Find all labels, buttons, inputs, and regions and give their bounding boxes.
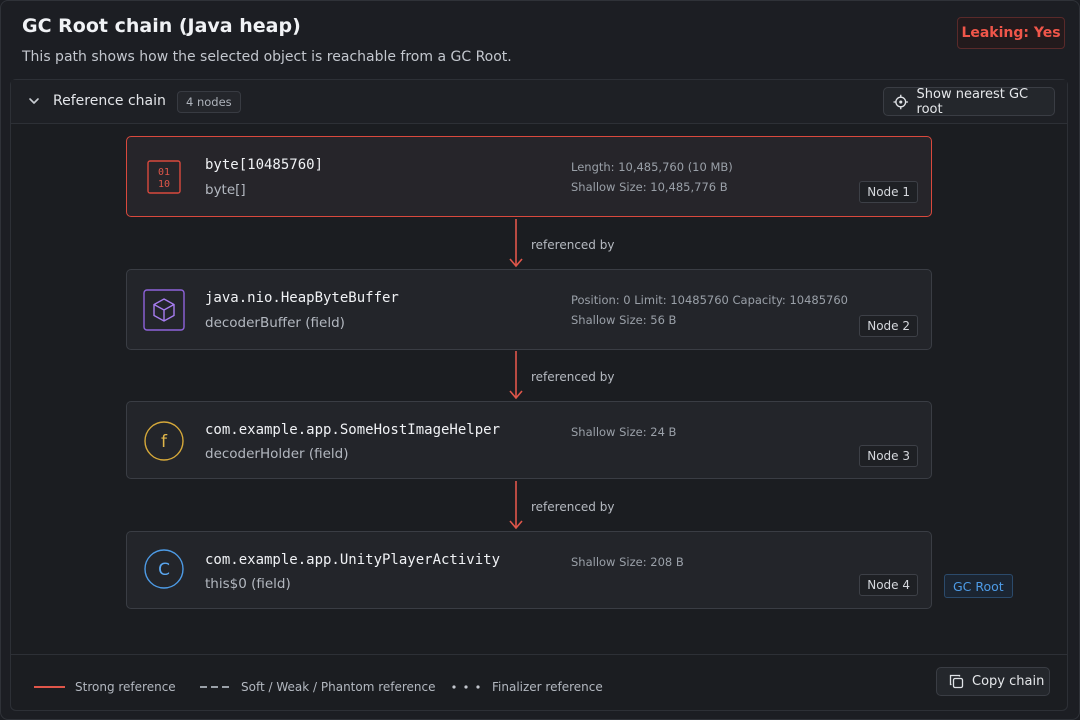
legend-soft-label: Soft / Weak / Phantom reference — [241, 680, 436, 694]
referenced-by-label: referenced by — [531, 238, 615, 252]
field-icon: f — [144, 421, 184, 461]
copy-chain-label: Copy chain — [972, 674, 1045, 689]
show-nearest-gc-root-button[interactable]: Show nearest GC root — [883, 86, 1055, 117]
legend-footer: Strong reference Soft / Weak / Phantom r… — [11, 654, 1067, 711]
node-sub: decoderHolder (field) — [205, 446, 349, 462]
node-meta-shallow-size: Shallow Size: 24 B — [571, 425, 677, 439]
crosshair-icon — [893, 94, 909, 109]
node-name: java.nio.HeapByteBuffer — [205, 290, 399, 306]
chain-node-3[interactable]: f com.example.app.SomeHostImageHelper de… — [126, 401, 932, 479]
dotted-line-icon — [452, 685, 480, 689]
leaking-status-badge: Leaking: Yes — [957, 17, 1065, 49]
show-nearest-gc-root-label: Show nearest GC root — [916, 86, 1029, 117]
node-sub: decoderBuffer (field) — [205, 315, 345, 331]
legend-finalizer-label: Finalizer reference — [492, 680, 603, 694]
chain-node-1[interactable]: 01 10 byte[10485760] byte[] Length: 10,4… — [126, 136, 932, 217]
node-name: com.example.app.UnityPlayerActivity — [205, 552, 501, 568]
referenced-by-label: referenced by — [531, 500, 615, 514]
svg-text:C: C — [158, 560, 170, 580]
node-sub: this$0 (field) — [205, 576, 291, 592]
cube-icon — [143, 289, 185, 331]
referenced-by-label: referenced by — [531, 370, 615, 384]
node-name: byte[10485760] — [205, 157, 324, 173]
node-tag: Node 4 — [859, 574, 918, 596]
arrow-down-icon — [509, 219, 523, 268]
copy-icon — [949, 674, 964, 689]
node-meta-length: Length: 10,485,760 (10 MB) — [571, 160, 733, 174]
node-meta-shallow-size: Shallow Size: 56 B — [571, 313, 677, 327]
page-subtitle: This path shows how the selected object … — [22, 49, 512, 65]
chevron-down-icon[interactable] — [27, 94, 41, 108]
copy-chain-button[interactable]: Copy chain — [936, 667, 1050, 696]
arrow-down-icon — [509, 351, 523, 400]
legend-finalizer: Finalizer reference — [451, 680, 603, 694]
reference-chain-panel: Reference chain 4 nodes Show nearest GC … — [10, 79, 1068, 711]
node-count-badge: 4 nodes — [177, 91, 241, 113]
legend-strong-label: Strong reference — [75, 680, 176, 694]
gc-root-chain-window: GC Root chain (Java heap) This path show… — [0, 0, 1080, 720]
svg-text:01: 01 — [158, 167, 170, 178]
binary-icon: 01 10 — [147, 160, 181, 194]
node-meta-shallow-size: Shallow Size: 208 B — [571, 555, 684, 569]
legend-soft: Soft / Weak / Phantom reference — [200, 680, 436, 694]
page-title: GC Root chain (Java heap) — [22, 15, 301, 37]
panel-header[interactable]: Reference chain 4 nodes Show nearest GC … — [11, 80, 1067, 124]
node-tag: Node 1 — [859, 181, 918, 203]
chain-node-4[interactable]: C com.example.app.UnityPlayerActivity th… — [126, 531, 932, 609]
node-meta-buffer: Position: 0 Limit: 10485760 Capacity: 10… — [571, 293, 848, 307]
node-name: com.example.app.SomeHostImageHelper — [205, 422, 501, 438]
solid-line-icon — [34, 686, 65, 688]
node-sub: byte[] — [205, 182, 246, 198]
svg-text:f: f — [161, 432, 168, 452]
chain-node-2[interactable]: java.nio.HeapByteBuffer decoderBuffer (f… — [126, 269, 932, 350]
node-tag: Node 3 — [859, 445, 918, 467]
node-tag: Node 2 — [859, 315, 918, 337]
arrow-down-icon — [509, 481, 523, 530]
panel-title: Reference chain — [53, 93, 166, 109]
svg-text:10: 10 — [158, 179, 170, 190]
gc-root-badge: GC Root — [944, 574, 1013, 598]
legend-strong: Strong reference — [34, 680, 176, 694]
dashed-line-icon — [200, 686, 231, 688]
class-icon: C — [144, 549, 184, 589]
node-meta-shallow-size: Shallow Size: 10,485,776 B — [571, 180, 728, 194]
